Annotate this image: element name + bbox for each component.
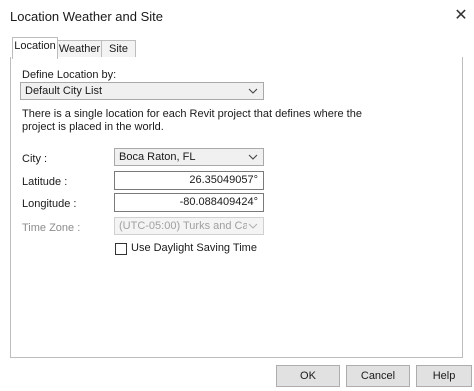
chevron-down-icon bbox=[248, 88, 258, 94]
help-button[interactable]: Help bbox=[416, 365, 472, 387]
longitude-field[interactable]: -80.088409424° bbox=[114, 193, 264, 212]
chevron-down-icon bbox=[248, 154, 258, 160]
dst-checkbox[interactable] bbox=[115, 243, 127, 255]
city-value: Boca Raton, FL bbox=[119, 151, 196, 163]
tab-weather[interactable]: Weather bbox=[56, 40, 103, 58]
ok-button[interactable]: OK bbox=[276, 365, 340, 387]
timezone-value: (UTC-05:00) Turks and Caicos bbox=[119, 220, 247, 232]
cancel-button[interactable]: Cancel bbox=[346, 365, 410, 387]
latitude-value: 26.35049057° bbox=[189, 174, 258, 186]
tab-location[interactable]: Location bbox=[12, 37, 58, 59]
latitude-label: Latitude : bbox=[22, 176, 68, 188]
longitude-label: Longitude : bbox=[22, 198, 77, 210]
latitude-field[interactable]: 26.35049057° bbox=[114, 171, 264, 190]
define-location-value: Default City List bbox=[25, 85, 103, 97]
city-select[interactable]: Boca Raton, FL bbox=[114, 148, 264, 166]
close-icon[interactable]: ✕ bbox=[451, 6, 471, 26]
city-label: City : bbox=[22, 153, 48, 165]
longitude-value: -80.088409424° bbox=[179, 196, 258, 208]
timezone-select[interactable]: (UTC-05:00) Turks and Caicos bbox=[114, 217, 264, 235]
chevron-down-icon bbox=[248, 223, 258, 229]
dst-label: Use Daylight Saving Time bbox=[131, 242, 257, 254]
define-location-label: Define Location by: bbox=[22, 69, 117, 81]
location-description: There is a single location for each Revi… bbox=[22, 108, 362, 133]
tab-site[interactable]: Site bbox=[101, 40, 136, 58]
define-location-select[interactable]: Default City List bbox=[20, 82, 264, 100]
window-title: Location Weather and Site bbox=[10, 9, 163, 24]
timezone-label: Time Zone : bbox=[22, 222, 81, 234]
